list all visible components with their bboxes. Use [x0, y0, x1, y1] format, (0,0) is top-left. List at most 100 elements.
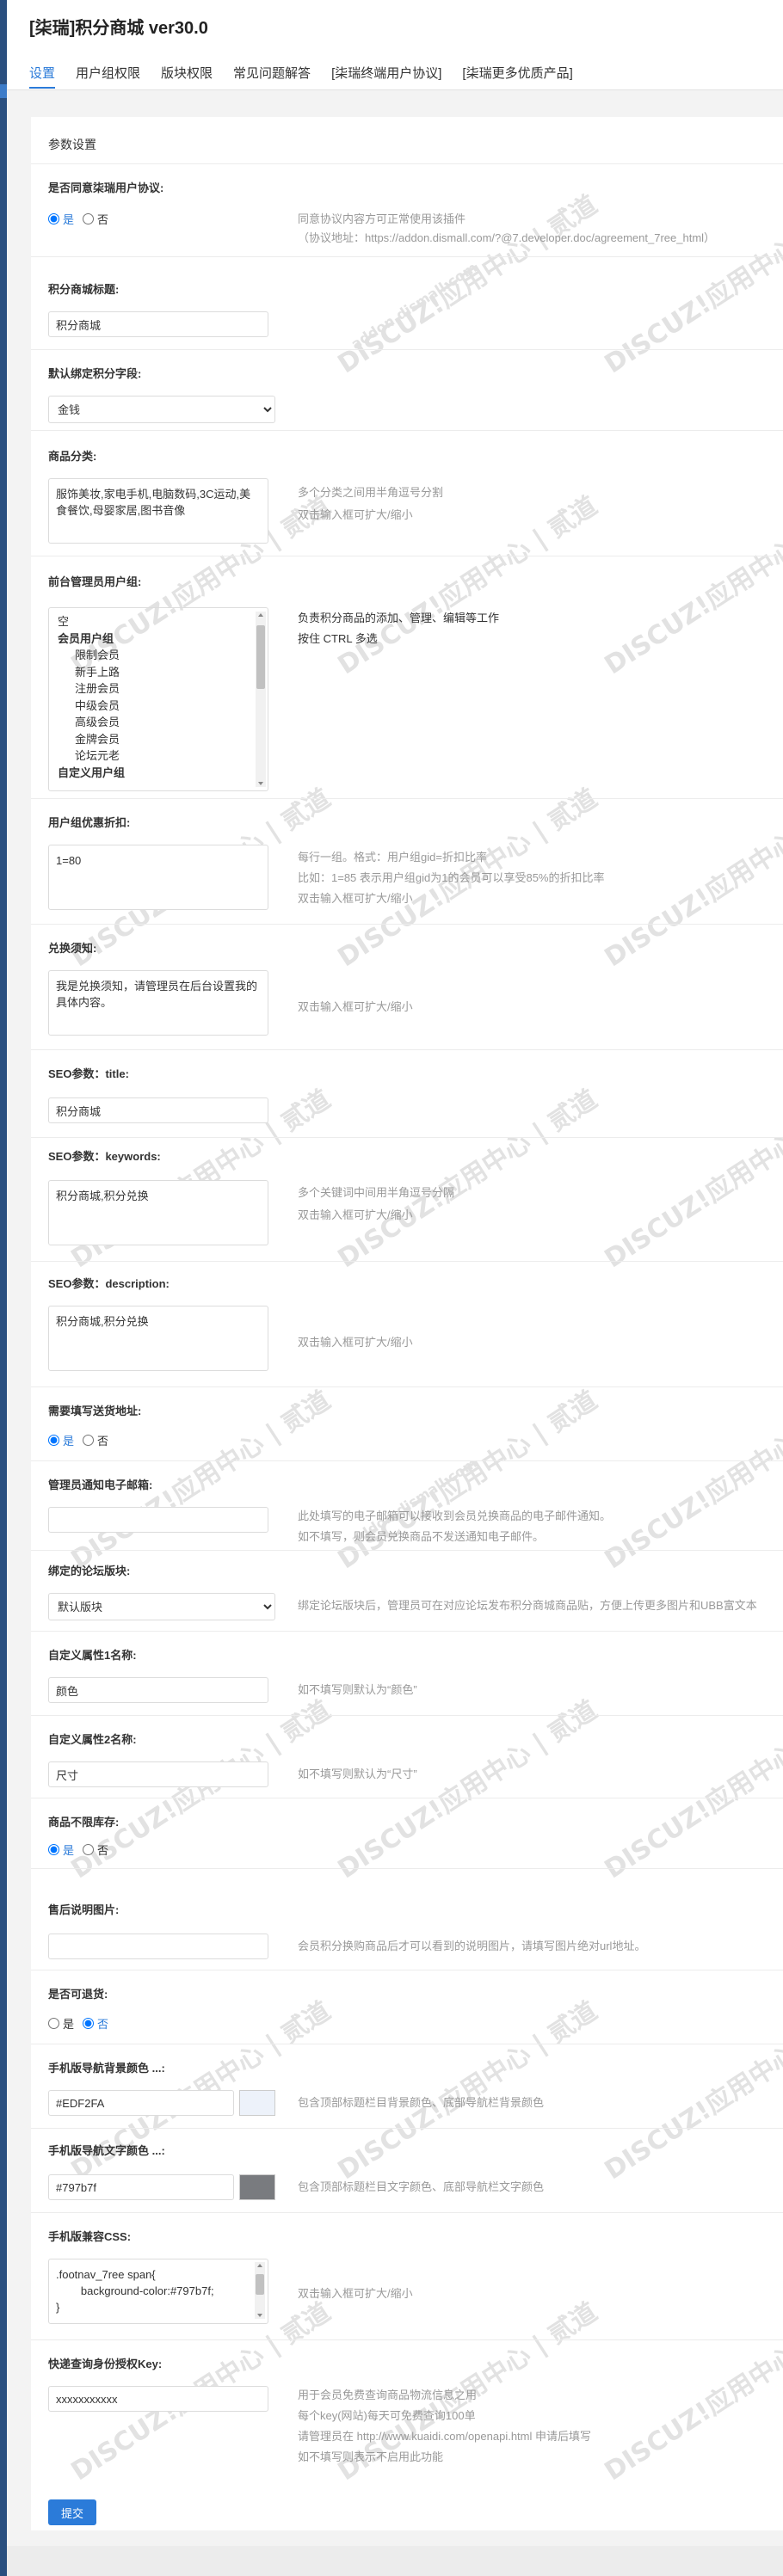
field-tip: 包含顶部标题栏目文字颜色、底部导航栏文字颜色: [298, 2180, 545, 2193]
field-label: 售后说明图片:: [48, 1903, 120, 1916]
watermark: DISCUZ!应用中心 | 贰道: [599, 1695, 783, 1885]
field-tip: 用于会员免费查询商品物流信息之用: [298, 2388, 478, 2401]
field-tip: 此处填写的电子邮箱可以接收到会员兑换商品的电子邮件通知。: [298, 1509, 612, 1522]
field-tip: 双击输入框可扩大/缩小: [298, 2287, 413, 2300]
watermark: DISCUZ!应用中心 | 贰道: [599, 784, 783, 974]
returnable-yes-radio[interactable]: 是: [48, 2015, 74, 2032]
admin-group-listbox[interactable]: 空会员用户组 限制会员 新手上路 注册会员 中级会员 高级会员 金牌会员 论坛元老 自定义用户组: [48, 607, 268, 791]
listbox-option[interactable]: 注册会员: [58, 680, 125, 698]
admin-email-input[interactable]: [48, 1507, 268, 1533]
mobile-css-textarea[interactable]: .footnav_7ree span{ background-color:#79…: [48, 2259, 268, 2324]
radio-label: 是: [63, 1843, 75, 1857]
watermark: DISCUZ!应用中心 | 贰道: [332, 1084, 603, 1275]
top-header: [柒瑞]积分商城 ver30.0 设置 用户组权限 版块权限 常见问题解答 [柒…: [7, 0, 783, 90]
field-label: 兑换须知:: [48, 942, 97, 955]
listbox-option[interactable]: 限制会员: [58, 647, 125, 664]
radio-input[interactable]: [83, 1843, 95, 1855]
exchange-notice-textarea[interactable]: 我是兑换须知，请管理员在后台设置我的具体内容。: [48, 970, 268, 1036]
tab-settings[interactable]: 设置: [29, 64, 56, 89]
radio-label: 是: [63, 212, 75, 226]
radio-input[interactable]: [48, 1843, 59, 1855]
field-tip: 请管理员在 http://www.kuaidi.com/openapi.html…: [298, 2430, 591, 2443]
address-yes-radio[interactable]: 是: [48, 1432, 74, 1448]
stock-yes-radio[interactable]: 是: [48, 1841, 74, 1858]
textarea-scrollbar[interactable]: [255, 2262, 265, 2319]
field-tip: 如不填写则表示不启用此功能: [298, 2450, 444, 2463]
radio-input[interactable]: [48, 1434, 59, 1446]
field-label: 绑定的论坛版块:: [48, 1565, 131, 1577]
discount-textarea[interactable]: 1=80: [48, 845, 268, 910]
field-tip: 如不填写则默认为“尺寸”: [298, 1768, 417, 1780]
field-label: 商品不限库存:: [48, 1816, 120, 1829]
listbox-option[interactable]: 金牌会员: [58, 731, 125, 748]
field-tip: 比如：1=85 表示用户组gid为1的会员可以享受85%的折扣比率: [298, 871, 605, 884]
address-radio-group: 是 否: [48, 1431, 117, 1448]
field-tip: 双击输入框可扩大/缩小: [298, 1336, 413, 1349]
tab-usergroup-permissions[interactable]: 用户组权限: [76, 64, 140, 89]
agreement-radio-group: 是 否: [48, 210, 117, 227]
radio-input[interactable]: [83, 2017, 95, 2029]
tab-bar: 设置 用户组权限 版块权限 常见问题解答 [柒瑞终端用户协议] [柒瑞更多优质产…: [29, 64, 594, 89]
agreement-no-radio[interactable]: 否: [83, 211, 108, 227]
listbox-scrollbar[interactable]: [256, 612, 266, 787]
listbox-option[interactable]: 空: [58, 613, 125, 630]
color-swatch[interactable]: [239, 2090, 275, 2116]
listbox-option[interactable]: 论坛元老: [58, 747, 125, 765]
listbox-option[interactable]: 会员用户组: [58, 630, 125, 648]
color-swatch[interactable]: [239, 2174, 275, 2200]
field-tip: 如不填写则默认为“颜色”: [298, 1683, 417, 1696]
watermark: DISCUZ!应用中心 | 贰道: [599, 1386, 783, 1576]
tab-faq[interactable]: 常见问题解答: [233, 64, 311, 89]
bound-forum-select[interactable]: 默认版块: [48, 1593, 275, 1620]
listbox-option[interactable]: 自定义用户组: [58, 765, 125, 782]
returnable-no-radio[interactable]: 否: [83, 2015, 108, 2032]
radio-label: 否: [97, 1434, 109, 1448]
watermark: DISCUZ!应用中心 | 贰道: [599, 190, 783, 380]
watermark: DISCUZ!应用中心 | 贰道: [599, 1085, 783, 1275]
aftersales-image-input[interactable]: [48, 1934, 268, 1959]
returnable-radio-group: 是 否: [48, 2014, 117, 2032]
field-label: 手机版导航背景颜色 ...:: [48, 2062, 165, 2075]
field-tip: （协议地址：https://addon.dismall.com/?@7.deve…: [298, 231, 716, 244]
submit-button[interactable]: 提交: [48, 2499, 96, 2525]
listbox-option[interactable]: 中级会员: [58, 698, 125, 715]
stock-no-radio[interactable]: 否: [83, 1841, 108, 1858]
field-tip: 双击输入框可扩大/缩小: [298, 1208, 413, 1221]
nav-text-color-input[interactable]: [48, 2174, 234, 2200]
field-label: SEO参数：title:: [48, 1067, 129, 1080]
radio-label: 是: [63, 2017, 75, 2031]
agreement-yes-radio[interactable]: 是: [48, 211, 74, 227]
mall-title-input[interactable]: [48, 311, 268, 337]
tab-user-agreement[interactable]: [柒瑞终端用户协议]: [331, 64, 441, 89]
panel-title: 参数设置: [48, 138, 96, 151]
radio-input[interactable]: [48, 212, 59, 224]
radio-input[interactable]: [48, 2017, 59, 2029]
watermark: DISCUZ!应用中心 | 贰道: [599, 491, 783, 681]
address-no-radio[interactable]: 否: [83, 1432, 108, 1448]
radio-label: 是: [63, 1434, 75, 1448]
field-tip: 双击输入框可扩大/缩小: [298, 1000, 413, 1013]
seo-title-input[interactable]: [48, 1097, 268, 1123]
categories-textarea[interactable]: 服饰美妆,家电手机,电脑数码,3C运动,美食餐饮,母婴家居,图书音像: [48, 478, 268, 544]
field-label: 前台管理员用户组:: [48, 575, 142, 588]
field-label: 商品分类:: [48, 450, 97, 463]
express-key-input[interactable]: [48, 2386, 268, 2412]
tab-more-products[interactable]: [柒瑞更多优质产品]: [462, 64, 572, 89]
attr1-name-input[interactable]: [48, 1677, 268, 1703]
radio-label: 否: [97, 1843, 109, 1857]
seo-description-textarea[interactable]: 积分商城,积分兑换: [48, 1306, 268, 1371]
field-label: 自定义属性1名称:: [48, 1649, 137, 1662]
field-tip: 负责积分商品的添加、管理、编辑等工作: [298, 612, 500, 624]
tab-forum-permissions[interactable]: 版块权限: [161, 64, 213, 89]
listbox-option[interactable]: 高级会员: [58, 714, 125, 731]
radio-input[interactable]: [83, 1434, 95, 1446]
credit-field-select[interactable]: 金钱: [48, 396, 275, 423]
field-tip: 包含顶部标题栏目背景颜色、底部导航栏背景颜色: [298, 2096, 545, 2109]
seo-keywords-textarea[interactable]: 积分商城,积分兑换: [48, 1180, 268, 1245]
listbox-options: 空会员用户组 限制会员 新手上路 注册会员 中级会员 高级会员 金牌会员 论坛元老 自定义用户组: [58, 613, 125, 781]
field-tip: 按住 CTRL 多选: [298, 632, 378, 645]
nav-bg-color-input[interactable]: [48, 2090, 234, 2116]
listbox-option[interactable]: 新手上路: [58, 664, 125, 681]
attr2-name-input[interactable]: [48, 1761, 268, 1787]
radio-input[interactable]: [83, 212, 95, 224]
